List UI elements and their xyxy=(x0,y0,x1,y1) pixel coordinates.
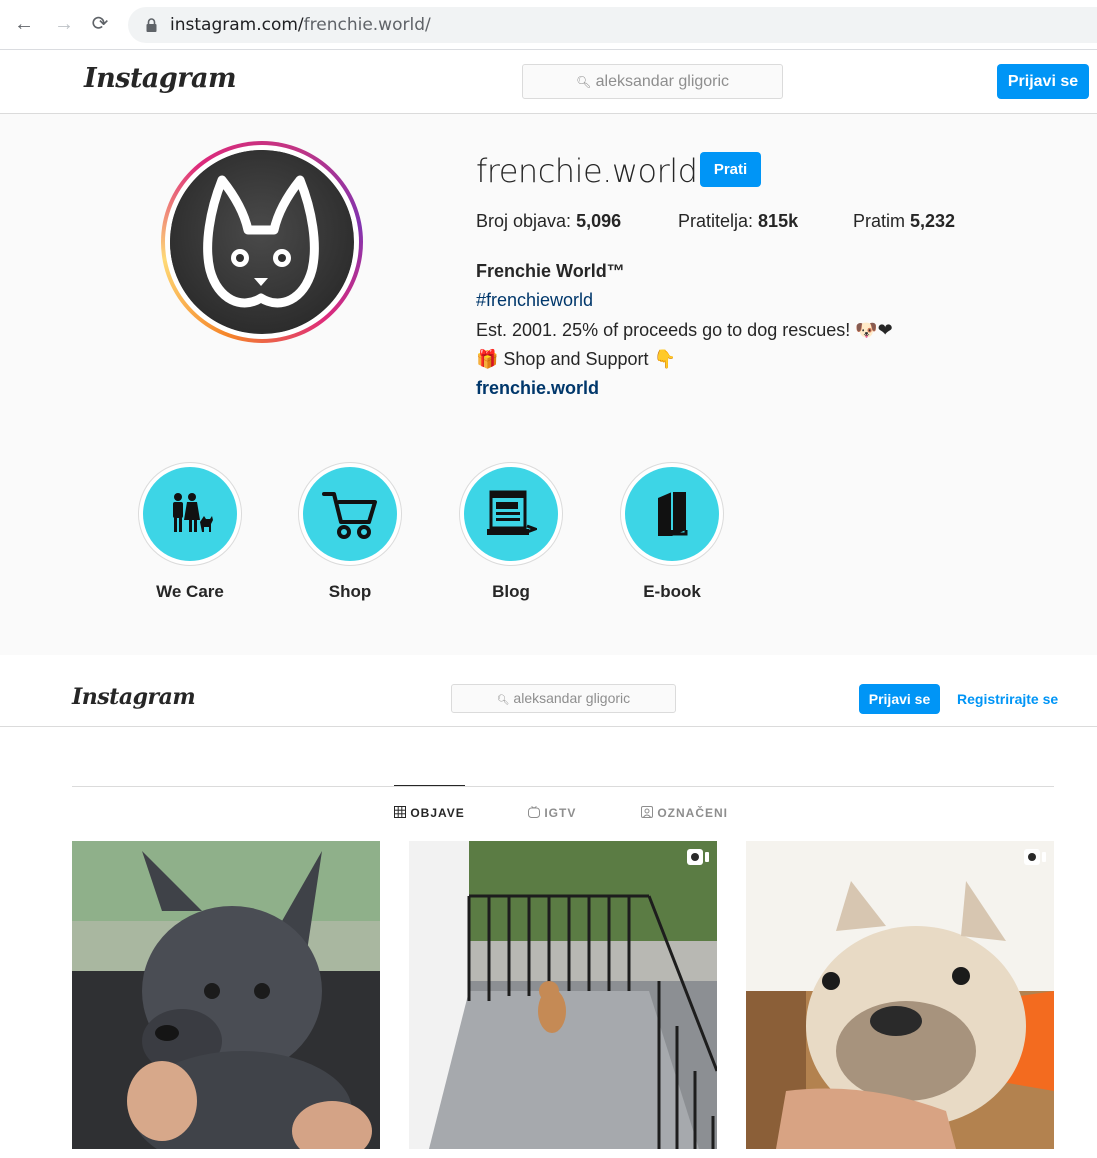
post-image xyxy=(72,841,380,1149)
instagram-header-sticky: Instagram 🔍︎ aleksandar gligoric Prijavi… xyxy=(0,669,1097,727)
address-bar[interactable]: instagram.com/frenchie.world/ xyxy=(128,7,1097,43)
bio-text-line: 🎁 Shop and Support 👇 xyxy=(476,349,676,369)
search-icon: 🔍︎ xyxy=(575,75,592,89)
tab-igtv[interactable]: IGTV xyxy=(528,806,576,820)
lock-icon xyxy=(146,18,157,32)
post-image xyxy=(746,841,1054,1149)
stat-following[interactable]: Pratim 5,232 xyxy=(853,211,955,232)
blog-icon xyxy=(487,490,537,535)
profile-username: frenchie.world xyxy=(476,152,698,190)
search-input[interactable]: 🔍︎ aleksandar gligoric xyxy=(522,64,783,99)
highlight-label: We Care xyxy=(156,582,224,601)
profile-full-name: Frenchie World™ xyxy=(476,261,625,281)
frenchie-logo-icon xyxy=(170,150,352,332)
url-text: instagram.com/frenchie.world/ xyxy=(170,15,431,35)
post-thumbnail[interactable] xyxy=(72,841,380,1149)
search-input[interactable]: 🔍︎ aleksandar gligoric xyxy=(451,684,676,713)
cart-icon xyxy=(322,492,377,539)
highlight-label: Blog xyxy=(492,582,530,601)
highlight-label: Shop xyxy=(328,582,372,601)
instagram-header: Instagram 🔍︎ aleksandar gligoric Prijavi… xyxy=(0,50,1097,114)
profile-section: frenchie.world Prati Broj objava: 5,096 … xyxy=(0,114,1097,655)
video-icon xyxy=(687,849,709,865)
instagram-logo[interactable]: Instagram xyxy=(72,684,196,710)
avatar[interactable] xyxy=(161,141,363,343)
login-button[interactable]: Prijavi se xyxy=(859,684,940,714)
stat-followers[interactable]: Pratitelja: 815k xyxy=(678,211,798,232)
highlight-ebook[interactable]: E-book xyxy=(620,462,724,602)
igtv-icon xyxy=(528,806,540,818)
stat-posts[interactable]: Broj objava: 5,096 xyxy=(476,211,621,232)
post-thumbnail[interactable] xyxy=(746,841,1054,1149)
grid-icon xyxy=(394,806,406,818)
tab-posts[interactable]: OBJAVE xyxy=(394,806,465,820)
highlight-blog[interactable]: Blog xyxy=(459,462,563,602)
follow-button[interactable]: Prati xyxy=(700,152,761,187)
profile-website-link[interactable]: frenchie.world xyxy=(476,378,599,399)
reload-icon[interactable]: ⟳ xyxy=(88,12,112,36)
search-icon: 🔍︎ xyxy=(496,695,510,706)
highlight-shop[interactable]: Shop xyxy=(298,462,402,602)
browser-toolbar: ← → ⟳ instagram.com/frenchie.world/ xyxy=(0,0,1097,50)
login-button[interactable]: Prijavi se xyxy=(997,64,1089,99)
highlight-we-care[interactable]: We Care xyxy=(138,462,242,602)
highlight-label: E-book xyxy=(643,582,701,601)
back-arrow-icon[interactable]: ← xyxy=(12,12,36,36)
tagged-icon xyxy=(641,806,653,818)
register-link[interactable]: Registrirajte se xyxy=(957,691,1058,707)
active-tab-indicator xyxy=(394,785,465,786)
family-icon xyxy=(173,493,213,532)
video-icon xyxy=(1024,849,1046,865)
tabs-divider xyxy=(72,786,1054,787)
book-icon xyxy=(658,492,688,536)
bio-text-line: Est. 2001. 25% of proceeds go to dog res… xyxy=(476,320,893,340)
post-image xyxy=(409,841,717,1149)
post-thumbnail[interactable] xyxy=(409,841,717,1149)
forward-arrow-icon[interactable]: → xyxy=(52,12,76,36)
instagram-logo[interactable]: Instagram xyxy=(84,63,237,94)
tab-tagged[interactable]: OZNAČENI xyxy=(641,806,728,820)
bio-hashtag-link[interactable]: #frenchieworld xyxy=(476,290,593,311)
